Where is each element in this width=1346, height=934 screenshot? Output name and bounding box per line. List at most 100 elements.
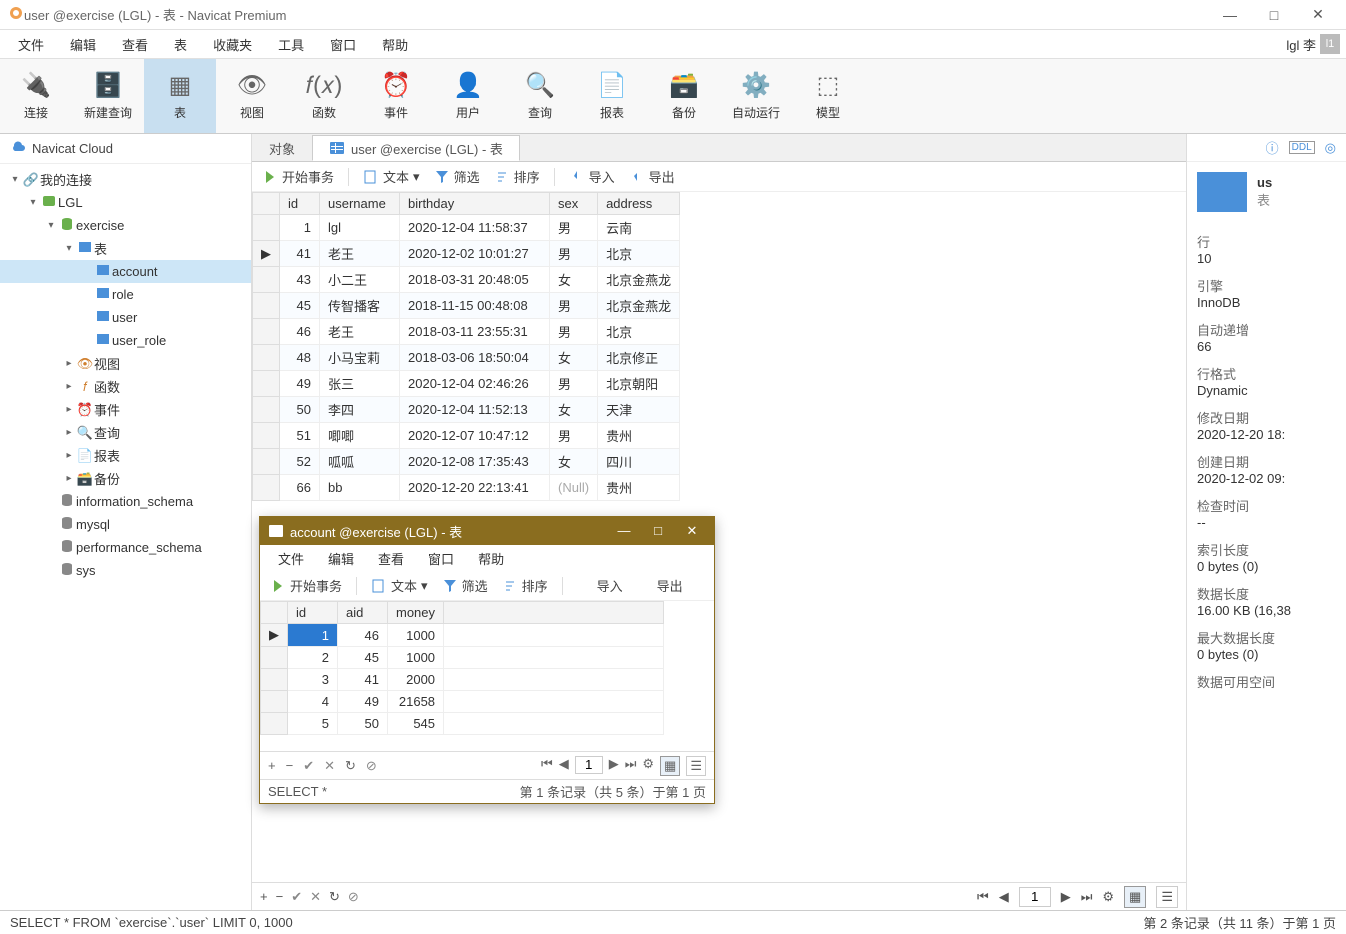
popup-col-id[interactable]: id xyxy=(288,602,338,624)
popup-close-button[interactable]: ✕ xyxy=(678,523,706,539)
table-row[interactable]: 51唧唧2020-12-07 10:47:12男贵州 xyxy=(253,423,680,449)
table-row[interactable]: 52呱呱2020-12-08 17:35:43女四川 xyxy=(253,449,680,475)
menu-favorites[interactable]: 收藏夹 xyxy=(201,31,264,58)
popup-refresh-icon[interactable]: ↻ xyxy=(345,758,356,774)
popup-last-icon[interactable]: ⏭ xyxy=(625,756,637,776)
popup-titlebar[interactable]: account @exercise (LGL) - 表 — □ ✕ xyxy=(260,517,714,545)
table-row[interactable]: 49张三2020-12-04 02:46:26男北京朝阳 xyxy=(253,371,680,397)
tree-备份[interactable]: ▸🗃️备份 xyxy=(0,467,251,490)
popup-menu-文件[interactable]: 文件 xyxy=(268,547,314,570)
ddl-tab-icon[interactable]: DDL xyxy=(1289,141,1315,154)
tree-函数[interactable]: ▸𝑓函数 xyxy=(0,375,251,398)
popup-formview-icon[interactable]: ☰ xyxy=(686,756,706,776)
popup-import-button[interactable]: 导入 xyxy=(577,576,623,595)
popup-next-icon[interactable]: ▶ xyxy=(609,756,619,776)
close-button[interactable]: ✕ xyxy=(1298,1,1338,29)
popup-menu-查看[interactable]: 查看 xyxy=(368,547,414,570)
table-row[interactable]: 50李四2020-12-04 11:52:13女天津 xyxy=(253,397,680,423)
menu-help[interactable]: 帮助 xyxy=(370,31,420,58)
apply-icon[interactable]: ✔ xyxy=(291,889,302,905)
grid-view-icon[interactable]: ▦ xyxy=(1124,886,1146,908)
popup-export-button[interactable]: 导出 xyxy=(637,576,683,595)
page-input[interactable] xyxy=(1019,887,1051,907)
tab-user-table[interactable]: user @exercise (LGL) - 表 xyxy=(312,135,520,161)
ribbon-事件[interactable]: ⏰事件 xyxy=(360,59,432,133)
first-page-icon[interactable]: ⏮ xyxy=(977,889,989,905)
tree-查询[interactable]: ▸🔍查询 xyxy=(0,421,251,444)
popup-remove-icon[interactable]: − xyxy=(286,758,294,773)
table-row[interactable]: ▶41老王2020-12-02 10:01:27男北京 xyxy=(253,241,680,267)
menu-edit[interactable]: 编辑 xyxy=(58,31,108,58)
col-address[interactable]: address xyxy=(598,193,680,215)
tree-db-exercise[interactable]: ▾exercise xyxy=(0,214,251,237)
popup-minimize-button[interactable]: — xyxy=(610,523,638,539)
filter-button[interactable]: 筛选 xyxy=(434,167,480,186)
menu-file[interactable]: 文件 xyxy=(6,31,56,58)
maximize-button[interactable]: □ xyxy=(1254,1,1294,29)
table-row[interactable]: 1lgl2020-12-04 11:58:37男云南 xyxy=(253,215,680,241)
ribbon-备份[interactable]: 🗃️备份 xyxy=(648,59,720,133)
add-row-icon[interactable]: + xyxy=(260,889,268,904)
popup-gridview-icon[interactable]: ▦ xyxy=(660,756,680,776)
menu-tools[interactable]: 工具 xyxy=(266,31,316,58)
tree-事件[interactable]: ▸⏰事件 xyxy=(0,398,251,421)
navicat-cloud[interactable]: Navicat Cloud xyxy=(0,134,251,164)
text-mode-button[interactable]: 文本 ▾ xyxy=(363,167,420,186)
table-row[interactable]: 43小二王2018-03-31 20:48:05女北京金燕龙 xyxy=(253,267,680,293)
stop-icon[interactable]: ⊘ xyxy=(348,889,359,905)
col-username[interactable]: username xyxy=(320,193,400,215)
tree-conn-lgl[interactable]: ▾LGL xyxy=(0,191,251,214)
info-tab-icon[interactable]: ⓘ xyxy=(1266,138,1279,157)
popup-menu-编辑[interactable]: 编辑 xyxy=(318,547,364,570)
remove-row-icon[interactable]: − xyxy=(276,889,284,904)
popup-add-icon[interactable]: + xyxy=(268,758,276,773)
popup-col-aid[interactable]: aid xyxy=(338,602,388,624)
user-label[interactable]: lgl 李 xyxy=(1286,35,1316,54)
tree-db-mysql[interactable]: mysql xyxy=(0,513,251,536)
preview-tab-icon[interactable]: ◎ xyxy=(1325,140,1336,156)
user-badge[interactable]: l1 xyxy=(1320,34,1340,54)
table-row[interactable]: 3412000 xyxy=(261,669,664,691)
popup-page-input[interactable] xyxy=(575,756,603,774)
ribbon-视图[interactable]: 👁视图 xyxy=(216,59,288,133)
tree-table-account[interactable]: account xyxy=(0,260,251,283)
table-row[interactable]: 48小马宝莉2018-03-06 18:50:04女北京修正 xyxy=(253,345,680,371)
refresh-icon[interactable]: ↻ xyxy=(329,889,340,905)
col-sex[interactable]: sex xyxy=(550,193,598,215)
tree-tables[interactable]: ▾表 xyxy=(0,237,251,260)
ribbon-函数[interactable]: 𝑓(𝑥)函数 xyxy=(288,59,360,133)
popup-maximize-button[interactable]: □ xyxy=(644,523,672,539)
popup-text-button[interactable]: 文本 ▾ xyxy=(371,576,428,595)
ribbon-模型[interactable]: ⬚模型 xyxy=(792,59,864,133)
export-button[interactable]: 导出 xyxy=(629,167,675,186)
popup-begin-tx-button[interactable]: 开始事务 xyxy=(270,576,342,595)
col-id[interactable]: id xyxy=(280,193,320,215)
table-row[interactable]: 44921658 xyxy=(261,691,664,713)
menu-table[interactable]: 表 xyxy=(162,31,199,58)
sort-button[interactable]: 排序 xyxy=(494,167,540,186)
ribbon-用户[interactable]: 👤用户 xyxy=(432,59,504,133)
menu-window[interactable]: 窗口 xyxy=(318,31,368,58)
popup-prev-icon[interactable]: ◀ xyxy=(559,756,569,776)
table-row[interactable]: 45传智播客2018-11-15 00:48:08男北京金燕龙 xyxy=(253,293,680,319)
tree-table-role[interactable]: role xyxy=(0,283,251,306)
popup-col-money[interactable]: money xyxy=(388,602,444,624)
ribbon-自动运行[interactable]: ⚙️自动运行 xyxy=(720,59,792,133)
popup-first-icon[interactable]: ⏮ xyxy=(541,756,553,776)
tree-db-information_schema[interactable]: information_schema xyxy=(0,490,251,513)
tab-objects[interactable]: 对象 xyxy=(252,135,312,161)
ribbon-表[interactable]: ▦表 xyxy=(144,59,216,133)
ribbon-报表[interactable]: 📄报表 xyxy=(576,59,648,133)
table-row[interactable]: 46老王2018-03-11 23:55:31男北京 xyxy=(253,319,680,345)
popup-menu-帮助[interactable]: 帮助 xyxy=(468,547,514,570)
settings-icon[interactable]: ⚙ xyxy=(1102,889,1114,905)
tree-db-sys[interactable]: sys xyxy=(0,559,251,582)
tree-视图[interactable]: ▸👁视图 xyxy=(0,352,251,375)
popup-menu-窗口[interactable]: 窗口 xyxy=(418,547,464,570)
popup-stop-icon[interactable]: ⊘ xyxy=(366,758,377,774)
tree-db-performance_schema[interactable]: performance_schema xyxy=(0,536,251,559)
table-row[interactable]: 66bb2020-12-20 22:13:41(Null)贵州 xyxy=(253,475,680,501)
form-view-icon[interactable]: ☰ xyxy=(1156,886,1178,908)
menu-view[interactable]: 查看 xyxy=(110,31,160,58)
tree-table-user[interactable]: user xyxy=(0,306,251,329)
